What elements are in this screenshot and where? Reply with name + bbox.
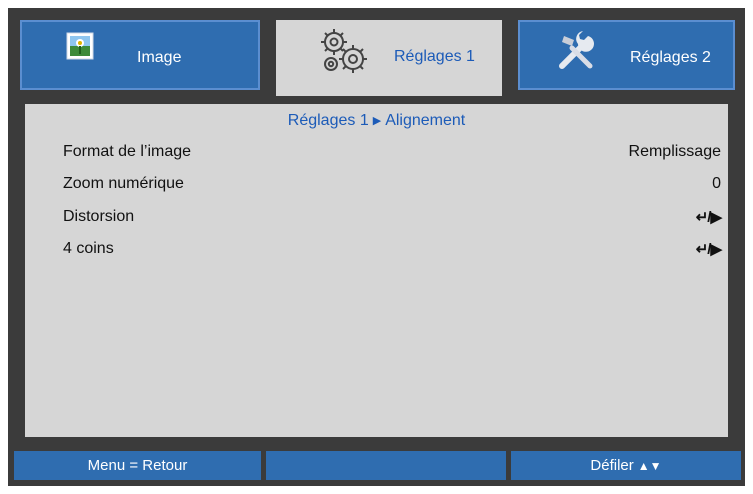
breadcrumb-parent: Réglages 1 (287, 112, 369, 129)
tab-image[interactable]: Image (14, 14, 266, 96)
tab-image-inner: Image (20, 20, 260, 90)
menu-item-label: Zoom numérique (63, 175, 184, 192)
tab-reglages-1[interactable]: Réglages 1 (270, 14, 508, 104)
menu-item-value: 0 (712, 175, 721, 192)
tab-reglages-2[interactable]: Réglages 2 (512, 14, 741, 96)
picture-icon (66, 32, 94, 60)
projector-osd-menu: Image Réglages 1 Réglages 2 Réglages 1 ▶… (0, 0, 753, 494)
breadcrumb: Réglages 1 ▶ Alignement (25, 112, 728, 130)
tab-reglages-2-inner: Réglages 2 (518, 20, 735, 90)
menu-item-value: Remplissage (628, 143, 721, 160)
tab-image-label: Image (137, 49, 182, 66)
triangle-down-icon: ▼ (649, 458, 662, 473)
triangle-right-icon: ▶ (372, 115, 382, 127)
footer-middle (266, 451, 506, 480)
footer-scroll: Défiler ▲ ▼ (511, 451, 741, 480)
tab-reglages-1-label: Réglages 1 (394, 48, 475, 65)
tab-reglages-1-inner: Réglages 1 (276, 20, 502, 104)
tools-icon (556, 30, 598, 72)
menu-item-distorsion[interactable]: Distorsion ↵/▶ (63, 208, 722, 234)
triangle-up-icon: ▲ (637, 458, 650, 473)
footer-menu-return: Menu = Retour (14, 451, 261, 480)
breadcrumb-current: Alignement (385, 112, 466, 129)
enter-submenu-icon: ↵/▶ (695, 241, 722, 258)
menu-item-label: 4 coins (63, 240, 114, 257)
menu-item-zoom-numerique[interactable]: Zoom numérique 0 (63, 175, 721, 201)
tab-reglages-2-label: Réglages 2 (630, 49, 711, 66)
footer-right-label: Défiler (590, 457, 634, 474)
menu-item-4-coins[interactable]: 4 coins ↵/▶ (63, 240, 722, 266)
footer-left-label: Menu = Retour (87, 457, 188, 474)
menu-panel: Réglages 1 ▶ Alignement Format de l’image … (25, 104, 728, 437)
menu-item-label: Distorsion (63, 208, 135, 225)
enter-submenu-icon: ↵/▶ (695, 209, 722, 226)
menu-item-label: Format de l’image (63, 143, 192, 160)
gears-icon (318, 26, 370, 76)
menu-item-format-image[interactable]: Format de l’image Remplissage (63, 143, 721, 169)
